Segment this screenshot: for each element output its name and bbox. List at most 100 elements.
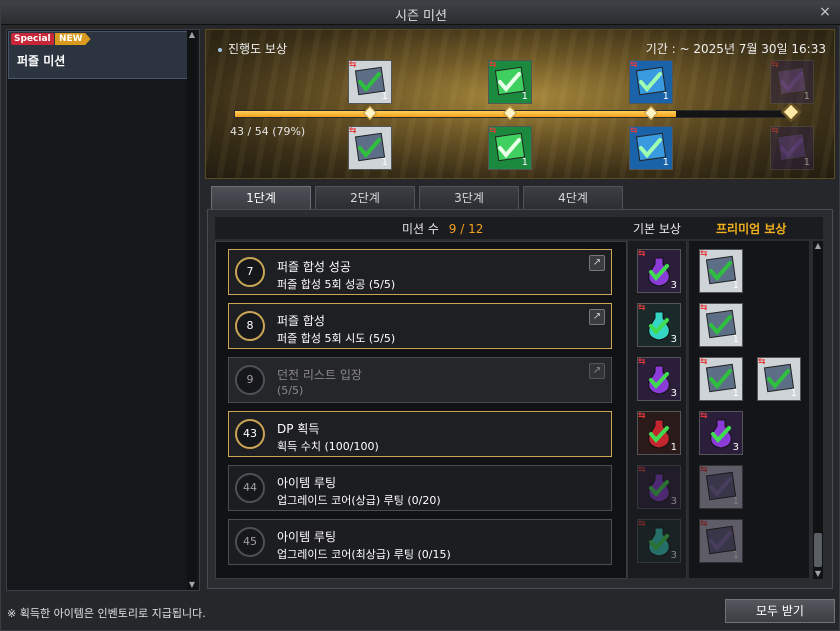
reward-item[interactable]: ⇆ 1 <box>699 519 743 563</box>
mission-row[interactable]: 45 아이템 루팅업그레이드 코어(최상급) 루팅 (0/15) <box>228 519 612 565</box>
mission-title: 아이템 루팅 <box>277 530 337 544</box>
mission-title: 퍼즐 합성 <box>277 314 325 328</box>
shortcut-link-icon[interactable]: ↗ <box>589 309 605 325</box>
item-count: 1 <box>662 157 669 168</box>
bind-lock-icon: ⇆ <box>638 519 646 529</box>
item-count: 1 <box>521 91 528 102</box>
mission-row[interactable]: 43 DP 획득 획득 수치 (100/100) <box>228 411 612 457</box>
sidebar-scrollbar[interactable]: ▲ ▼ <box>187 30 197 590</box>
item-count: 3 <box>670 280 677 291</box>
close-icon[interactable]: × <box>817 4 833 20</box>
reward-item[interactable]: ⇆ 1 <box>699 465 743 509</box>
bind-lock-icon: ⇆ <box>638 465 646 475</box>
scroll-up-icon[interactable]: ▲ <box>813 241 823 251</box>
tab-stage-4[interactable]: 4단계 <box>523 186 623 210</box>
mission-description: 퍼즐 합성 5회 시도 (5/5) <box>277 332 396 345</box>
claim-all-button[interactable]: 모두 받기 <box>725 599 835 623</box>
item-count: 3 <box>670 496 677 507</box>
item-count: 1 <box>732 280 739 291</box>
new-badge: NEW <box>55 33 91 45</box>
mission-count: 미션 수 9 / 12 <box>402 220 483 237</box>
mission-description: (5/5) <box>277 384 304 397</box>
mission-title: 아이템 루팅 <box>277 476 337 490</box>
scroll-up-icon[interactable]: ▲ <box>187 30 197 40</box>
reward-item[interactable]: ⇆ 1 <box>699 249 743 293</box>
bind-lock-icon: ⇆ <box>630 126 638 136</box>
reward-item[interactable]: ⇆ 1 <box>699 303 743 347</box>
shortcut-link-icon[interactable]: ↗ <box>589 363 605 379</box>
tab-stage-1[interactable]: 1단계 <box>211 186 311 210</box>
mission-scrollbar[interactable]: ▲ ▼ <box>813 241 823 579</box>
mission-description: 업그레이드 코어(최상급) 루팅 (0/15) <box>277 548 451 561</box>
reward-item[interactable]: ⇆ 1 <box>699 357 743 401</box>
item-count: 3 <box>670 388 677 399</box>
item-count: 1 <box>521 157 528 168</box>
reward-item[interactable]: ⇆ 1 <box>770 126 814 170</box>
scrollbar-thumb[interactable] <box>814 533 822 567</box>
mission-row[interactable]: 7 퍼즐 합성 성공 퍼즐 합성 5회 성공 (5/5) ↗ <box>228 249 612 295</box>
reward-item[interactable]: ⇆ 3 <box>637 519 681 563</box>
scroll-down-icon[interactable]: ▼ <box>187 580 197 590</box>
inventory-notice: ※ 획득한 아이템은 인벤토리로 지급됩니다. <box>7 607 206 620</box>
reward-item[interactable]: ⇆ 1 <box>637 411 681 455</box>
mission-number: 44 <box>235 473 265 503</box>
mission-description: 획득 수치 (100/100) <box>277 440 379 453</box>
category-item-puzzle-mission[interactable]: Special NEW 퍼즐 미션 <box>8 31 189 79</box>
mission-title: 던전 리스트 입장 <box>277 368 362 382</box>
tab-stage-2[interactable]: 2단계 <box>315 186 415 210</box>
reward-item[interactable]: ⇆ 1 <box>488 60 532 104</box>
mission-number: 45 <box>235 527 265 557</box>
mission-description: 업그레이드 코어(상급) 루팅 (0/20) <box>277 494 441 507</box>
bind-lock-icon: ⇆ <box>700 357 708 367</box>
bind-lock-icon: ⇆ <box>771 60 779 70</box>
progress-reward-label: 진행도 보상 <box>218 40 287 57</box>
reward-item[interactable]: ⇆ 1 <box>770 60 814 104</box>
bind-lock-icon: ⇆ <box>638 303 646 313</box>
reward-item[interactable]: ⇆ 3 <box>699 411 743 455</box>
bind-lock-icon: ⇆ <box>771 126 779 136</box>
mission-title: DP 획득 <box>277 422 320 436</box>
title-bar[interactable]: 시즌 미션 × <box>1 1 840 25</box>
reward-item[interactable]: ⇆ 1 <box>348 60 392 104</box>
bind-lock-icon: ⇆ <box>700 519 708 529</box>
item-count: 1 <box>790 388 797 399</box>
special-badge: Special <box>11 33 54 45</box>
reward-item[interactable]: ⇆ 1 <box>757 357 801 401</box>
mission-number: 9 <box>235 365 265 395</box>
bind-lock-icon: ⇆ <box>489 60 497 70</box>
scroll-down-icon[interactable]: ▼ <box>813 569 823 579</box>
reward-item[interactable]: ⇆ 3 <box>637 357 681 401</box>
bind-lock-icon: ⇆ <box>630 60 638 70</box>
item-count: 3 <box>670 550 677 561</box>
tab-stage-3[interactable]: 3단계 <box>419 186 519 210</box>
mission-row[interactable]: 44 아이템 루팅업그레이드 코어(상급) 루팅 (0/20) <box>228 465 612 511</box>
reward-item[interactable]: ⇆ 1 <box>348 126 392 170</box>
window-title: 시즌 미션 <box>395 9 447 24</box>
mission-row[interactable]: 9 던전 리스트 입장 (5/5) ↗ <box>228 357 612 403</box>
season-mission-window: 시즌 미션 × Special NEW 퍼즐 미션 ▲ ▼ 진행도 보상 기간 … <box>0 0 840 631</box>
item-count: 1 <box>732 496 739 507</box>
mission-title: 퍼즐 합성 성공 <box>277 260 351 274</box>
reward-item[interactable]: ⇆ 3 <box>637 249 681 293</box>
shortcut-link-icon[interactable]: ↗ <box>589 255 605 271</box>
reward-item[interactable]: ⇆ 3 <box>637 465 681 509</box>
bind-lock-icon: ⇆ <box>758 357 766 367</box>
mission-count-value: 9 / 12 <box>448 222 484 236</box>
item-count: 3 <box>670 334 677 345</box>
basic-reward-header: 기본 보상 <box>633 222 681 236</box>
bind-lock-icon: ⇆ <box>638 411 646 421</box>
mission-row[interactable]: 8 퍼즐 합성 퍼즐 합성 5회 시도 (5/5) ↗ <box>228 303 612 349</box>
reward-item[interactable]: ⇆ 3 <box>637 303 681 347</box>
bind-lock-icon: ⇆ <box>349 126 357 136</box>
reward-item[interactable]: ⇆ 1 <box>488 126 532 170</box>
progress-reward-panel: 진행도 보상 기간 : ~ 2025년 7월 30일 16:33 43 / 54… <box>205 29 835 179</box>
item-count: 1 <box>732 388 739 399</box>
item-count: 3 <box>732 442 739 453</box>
reward-item[interactable]: ⇆ 1 <box>629 126 673 170</box>
bind-lock-icon: ⇆ <box>700 465 708 475</box>
reward-item[interactable]: ⇆ 1 <box>629 60 673 104</box>
item-count: 1 <box>803 157 810 168</box>
premium-reward-header: 프리미엄 보상 <box>716 222 787 236</box>
bind-lock-icon: ⇆ <box>700 249 708 259</box>
item-count: 1 <box>803 91 810 102</box>
